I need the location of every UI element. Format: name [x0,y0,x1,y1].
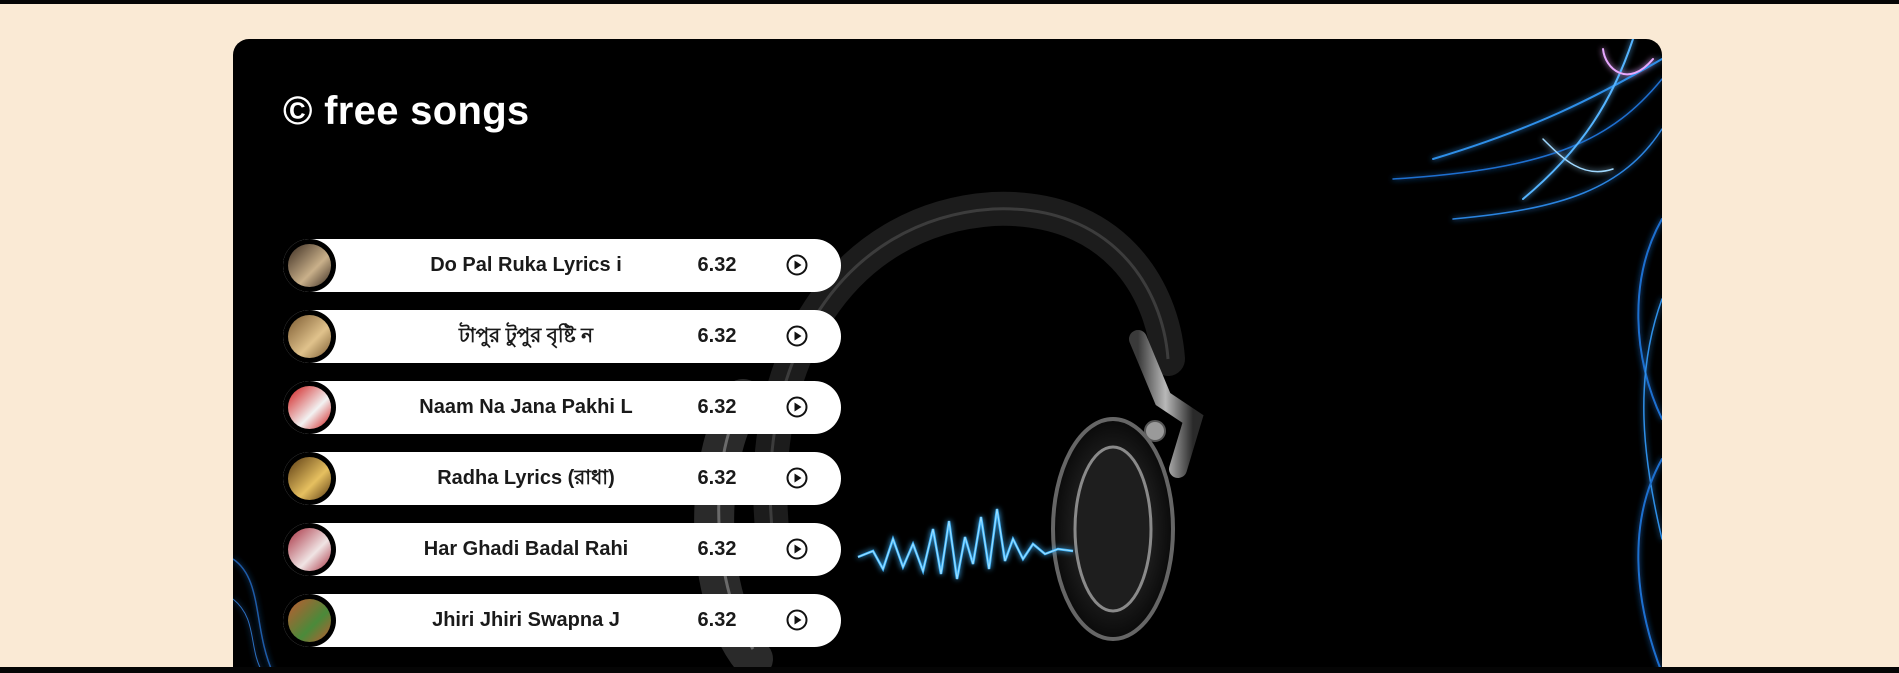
play-icon[interactable] [786,254,808,276]
top-border [0,0,1899,4]
play-icon[interactable] [786,538,808,560]
album-art-thumbnail [283,523,336,576]
song-size: 6.32 [697,396,737,418]
album-art-thumbnail [283,239,336,292]
song-title: Radha Lyrics (রাধা) [437,467,615,489]
song-size: 6.32 [697,254,737,276]
album-art-thumbnail [283,310,336,363]
song-row[interactable]: Do Pal Ruka Lyrics i 6.32 [283,239,841,292]
player-card: © free songs Do Pal Ruka Lyrics i 6.32 ট… [233,39,1662,673]
song-row[interactable]: Naam Na Jana Pakhi L 6.32 [283,381,841,434]
song-title: Har Ghadi Badal Rahi [423,538,629,560]
song-title: Do Pal Ruka Lyrics i [430,254,622,276]
play-icon[interactable] [786,609,808,631]
album-art-thumbnail [283,381,336,434]
song-size: 6.32 [697,538,737,560]
bottom-border [0,667,1899,673]
song-size: 6.32 [697,609,737,631]
song-row[interactable]: Radha Lyrics (রাধা) 6.32 [283,452,841,505]
song-title: Jhiri Jhiri Swapna J [432,609,620,631]
song-list: Do Pal Ruka Lyrics i 6.32 টাপুর টুপুর বৃ… [283,239,841,665]
page-title: © free songs [283,89,530,133]
album-art-thumbnail [283,452,336,505]
song-title: টাপুর টুপুর বৃষ্টি ন [458,325,594,347]
song-size: 6.32 [697,325,737,347]
play-icon[interactable] [786,325,808,347]
album-art-thumbnail [283,594,336,647]
play-icon[interactable] [786,396,808,418]
song-size: 6.32 [697,467,737,489]
song-row[interactable]: টাপুর টুপুর বৃষ্টি ন 6.32 [283,310,841,363]
song-row[interactable]: Jhiri Jhiri Swapna J 6.32 [283,594,841,647]
play-icon[interactable] [786,467,808,489]
song-title: Naam Na Jana Pakhi L [419,396,633,418]
song-row[interactable]: Har Ghadi Badal Rahi 6.32 [283,523,841,576]
